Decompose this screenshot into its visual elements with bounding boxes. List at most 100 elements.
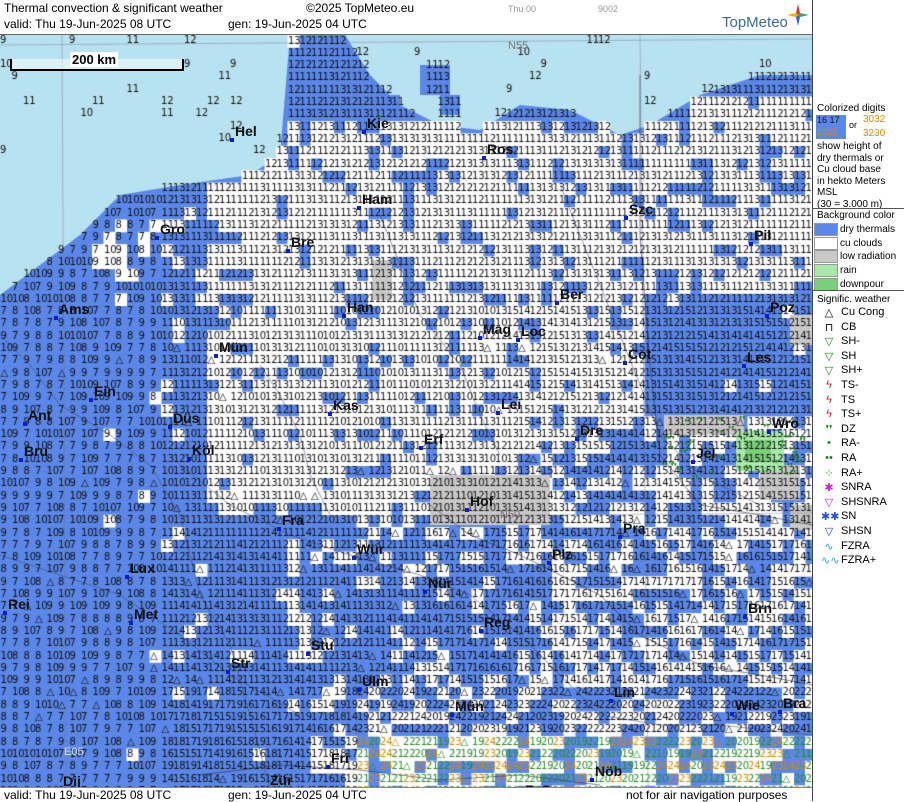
legend-desc-line: in hekto Meters <box>817 175 886 187</box>
city-marker <box>479 629 483 633</box>
weather-symbol-icon: • <box>827 437 831 450</box>
weather-symbol-icon: ∿ <box>824 540 834 553</box>
city-marker <box>742 364 746 368</box>
weather-symbol-icon: ⊓ <box>824 321 834 334</box>
city-marker <box>362 130 366 134</box>
legend-wx-list: △ Cu Cong ⊓ CB ▽ SH- ▽ SH ▽ SH+ ϟ TS-ϟ TS ϟ TS+ ❜❜ DZ • RA… <box>813 306 904 576</box>
weather-symbol-label: SH+ <box>841 364 863 377</box>
city-label: Ein <box>94 383 116 399</box>
city-label: Lin <box>614 684 635 700</box>
city-marker <box>691 460 695 464</box>
weather-symbol-label: SNRA <box>841 481 872 494</box>
day-label: Thu 00 <box>508 4 537 14</box>
city-marker <box>743 615 747 619</box>
city-marker <box>326 765 330 769</box>
city-marker <box>450 713 454 717</box>
city-label: Loc <box>521 323 546 339</box>
copyright: ©2025 TopMeteo.eu <box>306 1 415 15</box>
city-label: Köl <box>192 442 215 458</box>
city-label: Dre <box>580 422 604 438</box>
city-label: Han <box>347 299 374 315</box>
legend-color-swatch <box>814 236 838 250</box>
city-marker <box>357 206 361 210</box>
generated-time: gen: 19-Jun-2025 04 UTC <box>228 17 367 31</box>
city-marker <box>609 699 613 703</box>
legend-sample-a1: 16 17 <box>817 115 840 125</box>
weather-symbol-label: TS <box>841 393 856 406</box>
legend-sample-b2: 3230 <box>863 128 886 139</box>
city-label: Fra <box>282 512 304 528</box>
legend-bg-label: dry thermals <box>840 224 896 236</box>
weather-symbol-label: CB <box>841 320 857 333</box>
city-label: Pil <box>754 227 772 243</box>
weather-symbol-icon: ⁘ <box>824 467 834 480</box>
city-label: Zür <box>270 772 293 788</box>
city-marker <box>23 422 27 426</box>
map-footer: valid: Thu 19-Jun-2025 08 UTC gen: 19-Ju… <box>0 787 812 802</box>
city-marker <box>423 590 427 594</box>
city-marker <box>767 430 771 434</box>
weather-symbol-icon: ϟ <box>826 393 832 406</box>
weather-symbol-label: DZ <box>841 422 856 435</box>
weather-symbol-label: TS- <box>841 379 859 391</box>
city-marker <box>89 398 93 402</box>
legend-color-swatch <box>814 263 838 277</box>
city-label: Bra <box>783 695 807 711</box>
city-label: Jel <box>696 445 716 461</box>
weather-symbol-icon: ❜❜ <box>825 423 833 436</box>
legend-bg-item: rain <box>814 263 896 278</box>
city-label: Fri <box>331 750 349 766</box>
weather-symbol-label: Cu Cong <box>841 306 885 318</box>
city-label: Ant <box>28 407 52 423</box>
weather-symbol-label: RA- <box>841 437 860 450</box>
map-title: Thermal convection & significant weather <box>4 1 223 15</box>
city-label: Gro <box>160 221 185 237</box>
lon-label-e05: E05 <box>64 746 84 758</box>
city-label: Wür <box>357 541 385 557</box>
city-label: Les <box>747 349 772 365</box>
city-marker <box>168 425 172 429</box>
city-label: Szc <box>629 201 654 217</box>
city-label: Bre <box>291 234 315 250</box>
legend-color-swatch <box>814 223 838 236</box>
legend-bg-item: low radiation <box>814 250 896 264</box>
city-label: Düs <box>173 410 200 426</box>
weather-symbol-label: FZRA+ <box>841 554 877 567</box>
map-area[interactable]: 200 km N55 N50 E05 Hel Kie Ros Szc Ham Gro Bre… <box>0 34 812 788</box>
city-label: Dij <box>63 773 81 788</box>
city-marker <box>575 437 579 441</box>
weather-symbol-label: SH <box>841 349 857 362</box>
legend-desc-line: show height of <box>817 141 882 152</box>
weather-symbol-icon: △ <box>824 307 834 319</box>
legend-bg-title: Background color <box>817 210 895 221</box>
city-label: Rei <box>8 596 30 612</box>
city-label: Mün <box>219 339 248 355</box>
weather-symbol-icon: ▽ <box>824 350 834 363</box>
city-label: Brn <box>748 600 773 616</box>
city-label: Wro <box>772 415 799 431</box>
weather-symbol-icon: ϟ <box>826 408 832 421</box>
city-marker <box>342 314 346 318</box>
legend-bg-label: cu clouds <box>840 237 883 249</box>
footer-generated-time: gen: 19-Jun-2025 04 UTC <box>228 788 367 802</box>
city-marker <box>3 611 7 615</box>
legend-bg-item: dry thermals <box>814 223 896 237</box>
city-label: Ham <box>362 191 393 207</box>
city-marker <box>730 712 734 716</box>
city-label: Nöb <box>595 763 623 779</box>
city-marker <box>590 778 594 782</box>
city-marker <box>618 535 622 539</box>
city-label: Ros <box>487 141 514 157</box>
city-label: Mün <box>455 698 484 714</box>
city-label: Kas <box>333 397 359 413</box>
city-label: Pra <box>623 520 646 536</box>
weather-symbol-label: SH- <box>841 335 860 348</box>
city-label: Str <box>231 655 251 671</box>
lat-label-n55: N55 <box>508 40 529 52</box>
city-label: Kie <box>367 115 389 131</box>
city-marker <box>129 621 133 625</box>
weather-symbol-icon: ✱ <box>824 482 834 495</box>
weather-symbol-icon: •• <box>825 452 833 464</box>
legend-desc-line: dry thermals or <box>817 152 884 164</box>
legend-bg-item: cu clouds <box>814 236 896 251</box>
